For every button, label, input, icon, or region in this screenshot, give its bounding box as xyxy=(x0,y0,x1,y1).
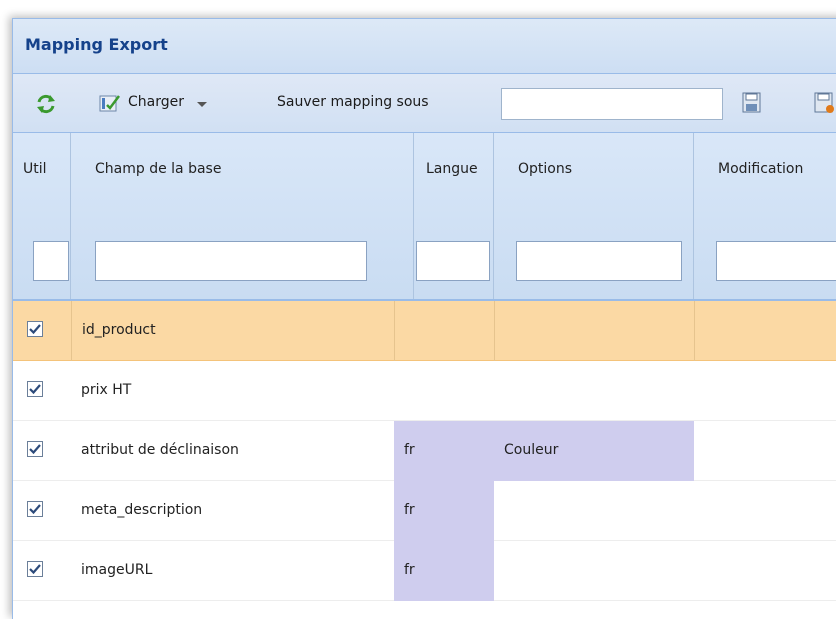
options-cell xyxy=(494,301,694,361)
language-cell: fr xyxy=(394,481,494,541)
table-row[interactable]: prix HT xyxy=(13,361,836,421)
filter-language-input[interactable] xyxy=(416,241,490,281)
language-cell xyxy=(394,361,494,421)
use-checkbox[interactable] xyxy=(27,501,43,517)
table-row[interactable]: meta_description fr xyxy=(13,481,836,541)
column-label: Options xyxy=(518,161,573,177)
use-checkbox[interactable] xyxy=(27,381,43,397)
field-name: attribut de déclinaison xyxy=(81,442,239,458)
field-name: prix HT xyxy=(81,382,132,398)
use-checkbox[interactable] xyxy=(27,561,43,577)
panel-title: Mapping Export xyxy=(25,35,168,54)
options-cell xyxy=(494,481,694,541)
modification-cell xyxy=(694,301,836,361)
save-as-label: Sauver mapping sous xyxy=(277,94,429,110)
language-cell: fr xyxy=(394,541,494,601)
language-value: fr xyxy=(404,562,415,578)
grid-header: Util Champ de la base Langue Options Mod… xyxy=(13,133,836,301)
field-cell: prix HT xyxy=(71,361,394,421)
field-name: meta_description xyxy=(81,502,203,518)
load-icon xyxy=(99,93,121,113)
use-cell xyxy=(13,481,71,541)
options-value: Couleur xyxy=(504,442,559,458)
options-cell xyxy=(494,541,694,601)
chevron-down-icon[interactable] xyxy=(197,102,207,107)
use-cell xyxy=(13,421,71,481)
column-header-language[interactable]: Langue xyxy=(414,133,494,299)
table-row[interactable]: attribut de déclinaison fr Couleur xyxy=(13,421,836,481)
column-header-options[interactable]: Options xyxy=(494,133,694,299)
language-cell xyxy=(394,301,494,361)
use-checkbox[interactable] xyxy=(27,321,43,337)
use-cell xyxy=(13,361,71,421)
field-cell: attribut de déclinaison xyxy=(71,421,394,481)
field-cell: meta_description xyxy=(71,481,394,541)
column-label: Util xyxy=(23,161,47,177)
filter-modification-input[interactable] xyxy=(716,241,836,281)
table-row[interactable]: imageURL fr xyxy=(13,541,836,601)
field-cell: imageURL xyxy=(71,541,394,601)
toolbar: Charger Sauver mapping sous xyxy=(13,74,836,133)
refresh-icon[interactable] xyxy=(35,93,57,115)
load-label: Charger xyxy=(128,94,184,110)
filter-options-input[interactable] xyxy=(516,241,682,281)
save-mapping-name-input[interactable] xyxy=(501,88,723,120)
use-cell xyxy=(13,301,71,361)
options-cell: Couleur xyxy=(494,421,694,481)
save-icon[interactable] xyxy=(741,91,763,115)
save-as-icon[interactable] xyxy=(813,91,835,115)
column-label: Langue xyxy=(426,161,478,177)
column-header-use[interactable]: Util xyxy=(13,133,71,299)
use-checkbox[interactable] xyxy=(27,441,43,457)
language-cell: fr xyxy=(394,421,494,481)
mapping-export-panel: Mapping Export Charger Sauver mapping so… xyxy=(12,18,836,619)
filter-field-input[interactable] xyxy=(95,241,367,281)
filter-use-input[interactable] xyxy=(33,241,69,281)
use-cell xyxy=(13,541,71,601)
column-label: Modification xyxy=(718,161,804,177)
options-cell xyxy=(494,361,694,421)
field-name: id_product xyxy=(82,322,156,338)
table-row[interactable]: id_product xyxy=(13,301,836,361)
language-value: fr xyxy=(404,502,415,518)
field-cell: id_product xyxy=(71,301,394,361)
column-header-modification[interactable]: Modification xyxy=(694,133,836,299)
column-label: Champ de la base xyxy=(95,161,222,177)
panel-header: Mapping Export xyxy=(13,19,836,74)
field-name: imageURL xyxy=(81,562,153,578)
language-value: fr xyxy=(404,442,415,458)
column-header-field[interactable]: Champ de la base xyxy=(71,133,414,299)
